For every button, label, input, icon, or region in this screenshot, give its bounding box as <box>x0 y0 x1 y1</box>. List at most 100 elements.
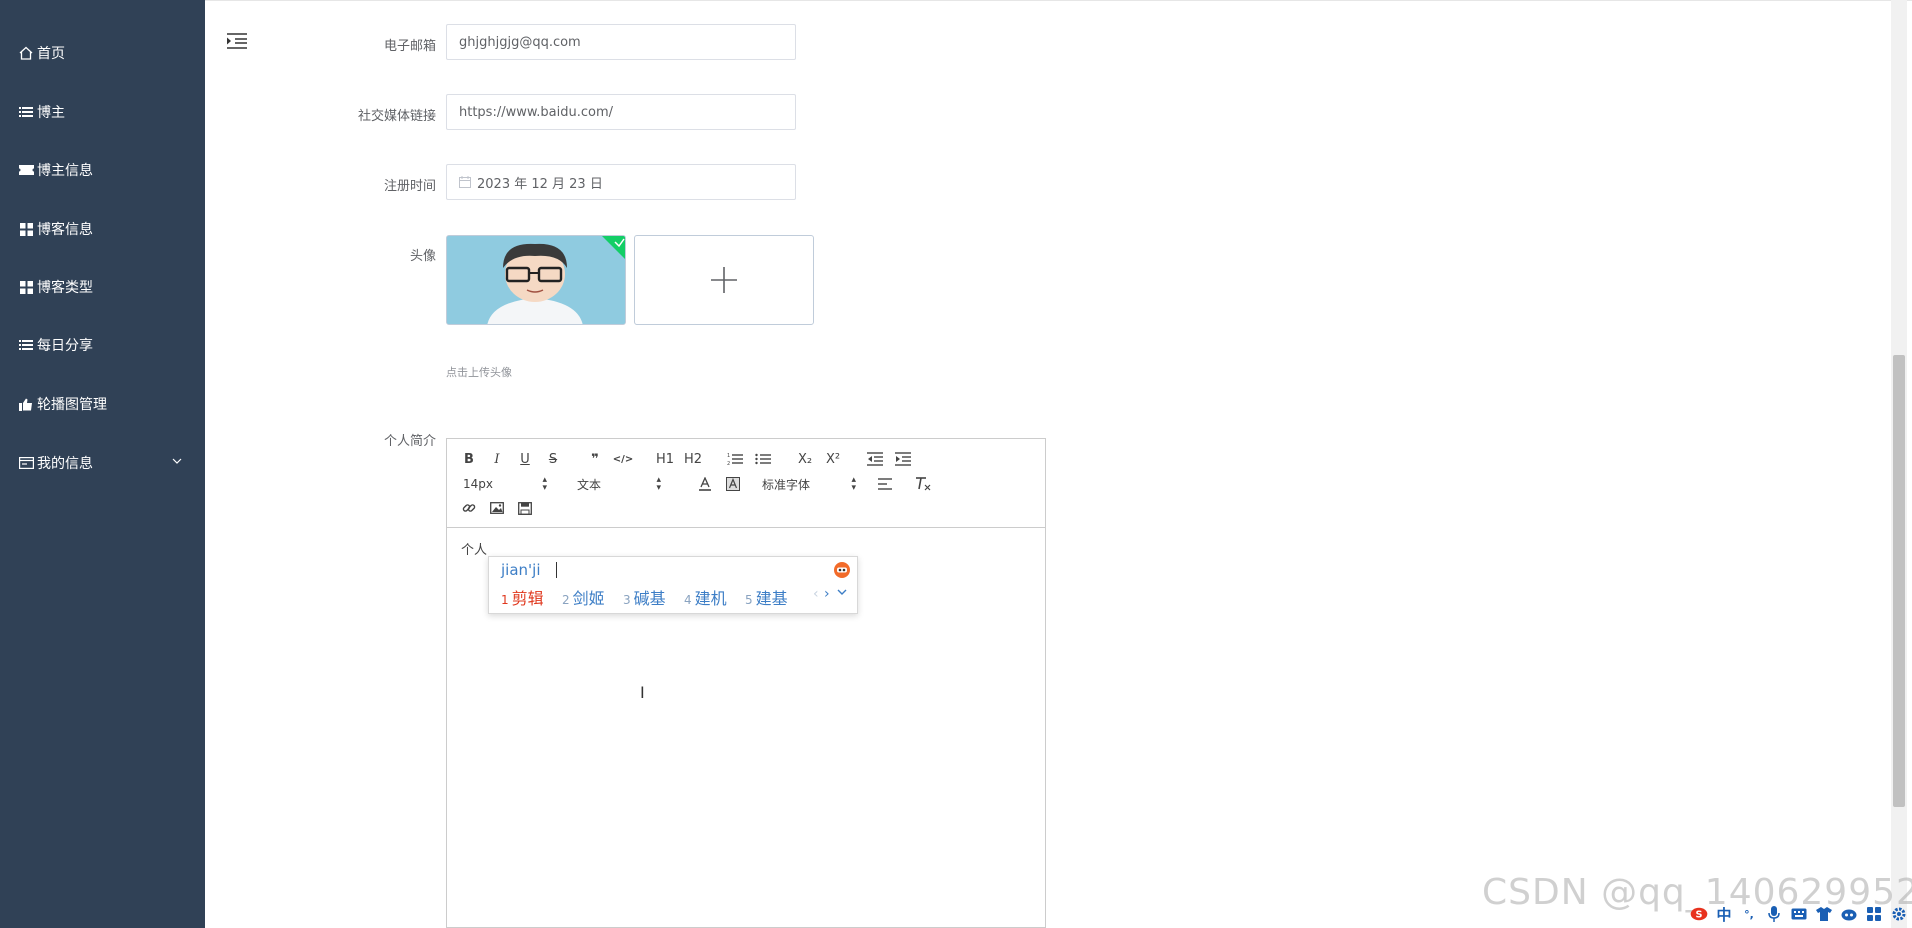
font-family-select[interactable]: 标准字体 ▴ ▾ <box>762 474 856 494</box>
ime-next-page-icon[interactable]: › <box>824 586 830 602</box>
sidebar-item-label: 首页 <box>37 46 65 62</box>
ordered-list-icon: 12 <box>727 453 743 466</box>
select-arrows-icon: ▴ ▾ <box>542 475 547 493</box>
subscript-button[interactable]: X₂ <box>794 449 816 469</box>
home-icon <box>18 45 34 61</box>
ordered-list-button[interactable]: 12 <box>724 449 746 469</box>
font-family-value: 标准字体 <box>762 477 811 492</box>
ime-candidate-1[interactable]: 1 剪辑 <box>501 585 544 609</box>
font-color-icon <box>699 477 711 491</box>
plus-icon <box>711 267 737 293</box>
ime-candidate-window: jian'ji 1 剪辑 2 剑姬 3 碱基 4 建机 5 建基 ‹ › <box>488 556 858 614</box>
toolbox-grid-icon[interactable] <box>1865 905 1883 923</box>
ime-expand-icon[interactable] <box>837 585 847 603</box>
skin-shirt-icon[interactable] <box>1815 905 1833 923</box>
social-link-field[interactable]: https://www.baidu.com/ <box>446 94 796 130</box>
font-size-select[interactable]: 14px ▴ ▾ <box>463 474 547 494</box>
register-time-picker[interactable]: 2023 年 12 月 23 日 <box>446 164 796 200</box>
ime-candidate-2[interactable]: 2 剑姬 <box>562 585 605 609</box>
video-button[interactable] <box>514 498 536 518</box>
sidebar-item-carousel[interactable]: 轮播图管理 <box>0 384 205 424</box>
font-size-value: 14px <box>463 477 493 491</box>
strike-button[interactable]: S <box>542 449 564 469</box>
avatar-preview[interactable] <box>446 235 626 325</box>
sidebar-item-label: 博客类型 <box>37 280 93 296</box>
image-icon <box>490 502 504 514</box>
svg-text:2: 2 <box>727 461 730 466</box>
sidebar-item-label: 每日分享 <box>37 338 93 354</box>
ime-status-bar: S 中 °, <box>1690 902 1908 926</box>
sidebar: 首页 博主 博主信息 博客信息 博客类型 每日分享 轮播图管理 我的信息 <box>0 0 205 928</box>
link-button[interactable] <box>458 498 480 518</box>
underline-button[interactable]: U <box>514 449 536 469</box>
select-arrows-icon: ▴ ▾ <box>656 475 661 493</box>
grid-icon <box>18 279 34 295</box>
header-1-button[interactable]: H1 <box>654 449 676 469</box>
list-icon <box>18 337 34 353</box>
bio-editor[interactable]: B I U S ❞ </> H1 H2 12 X₂ X² 14px ▴ ▾ 文本 … <box>446 438 1046 928</box>
sidebar-item-home[interactable]: 首页 <box>0 33 205 73</box>
sidebar-item-label: 博主信息 <box>37 163 93 179</box>
avatar-image <box>447 236 625 324</box>
settings-gear-icon[interactable] <box>1890 905 1908 923</box>
ime-pinyin: jian'ji <box>501 561 541 579</box>
sogou-logo-icon[interactable]: S <box>1690 905 1708 923</box>
outdent-button[interactable] <box>864 449 886 469</box>
link-icon <box>462 504 476 512</box>
avatar-upload-hint: 点击上传头像 <box>446 366 512 379</box>
ime-punctuation-mode[interactable]: °, <box>1740 905 1758 923</box>
indent-button[interactable] <box>892 449 914 469</box>
ime-candidate-3[interactable]: 3 碱基 <box>623 585 666 609</box>
avatar-upload-button[interactable] <box>634 235 814 325</box>
sidebar-item-blog-info[interactable]: 博客信息 <box>0 209 205 249</box>
ticket-icon <box>18 162 34 178</box>
background-color-icon <box>726 477 740 491</box>
robot-icon[interactable] <box>1840 905 1858 923</box>
page-scrollbar-thumb[interactable] <box>1893 355 1905 807</box>
font-color-button[interactable] <box>694 474 716 494</box>
superscript-button[interactable]: X² <box>822 449 844 469</box>
clear-format-button[interactable] <box>912 474 934 494</box>
sidebar-item-label: 博客信息 <box>37 222 93 238</box>
bio-label: 个人简介 <box>383 434 436 449</box>
image-button[interactable] <box>486 498 508 518</box>
bullet-list-button[interactable] <box>752 449 774 469</box>
list-icon <box>18 104 34 120</box>
sidebar-item-blog-type[interactable]: 博客类型 <box>0 267 205 307</box>
ime-candidate-4[interactable]: 4 建机 <box>684 585 727 609</box>
sidebar-item-blogger[interactable]: 博主 <box>0 92 205 132</box>
ime-caret <box>556 562 557 578</box>
blockquote-button[interactable]: ❞ <box>584 449 606 469</box>
header-2-button[interactable]: H2 <box>682 449 704 469</box>
bullet-list-icon <box>755 453 771 465</box>
sogou-skin-icon[interactable] <box>833 561 851 583</box>
sidebar-item-my-info[interactable]: 我的信息 <box>0 443 205 483</box>
sidebar-fold-button[interactable] <box>226 32 248 50</box>
code-block-button[interactable]: </> <box>612 449 634 469</box>
video-icon <box>518 501 532 515</box>
svg-text:1: 1 <box>727 453 730 459</box>
bold-button[interactable]: B <box>458 449 480 469</box>
sidebar-item-blogger-info[interactable]: 博主信息 <box>0 150 205 190</box>
register-time-value: 2023 年 12 月 23 日 <box>477 176 603 192</box>
microphone-icon[interactable] <box>1765 905 1783 923</box>
align-button[interactable] <box>874 474 896 494</box>
email-label: 电子邮箱 <box>383 39 436 54</box>
keyboard-icon[interactable] <box>1790 905 1808 923</box>
ime-chinese-mode[interactable]: 中 <box>1715 905 1733 924</box>
svg-text:S: S <box>1696 909 1703 920</box>
editor-toolbar: B I U S ❞ </> H1 H2 12 X₂ X² 14px ▴ ▾ 文本 … <box>447 439 1045 528</box>
text-cursor-icon: I <box>640 683 645 702</box>
italic-button[interactable]: I <box>486 449 508 469</box>
email-field[interactable]: ghjghjgjg@qq.com <box>446 24 796 60</box>
editor-content[interactable]: 个人 <box>461 539 487 558</box>
sidebar-item-daily-share[interactable]: 每日分享 <box>0 325 205 365</box>
background-color-button[interactable] <box>722 474 744 494</box>
ime-prev-page-icon[interactable]: ‹ <box>813 586 819 602</box>
header-divider <box>205 0 1912 5</box>
sidebar-item-label: 我的信息 <box>37 456 93 472</box>
chevron-down-icon <box>171 455 183 471</box>
sidebar-item-label: 博主 <box>37 105 65 121</box>
header-select[interactable]: 文本 ▴ ▾ <box>577 474 661 494</box>
ime-candidate-5[interactable]: 5 建基 <box>745 585 788 609</box>
